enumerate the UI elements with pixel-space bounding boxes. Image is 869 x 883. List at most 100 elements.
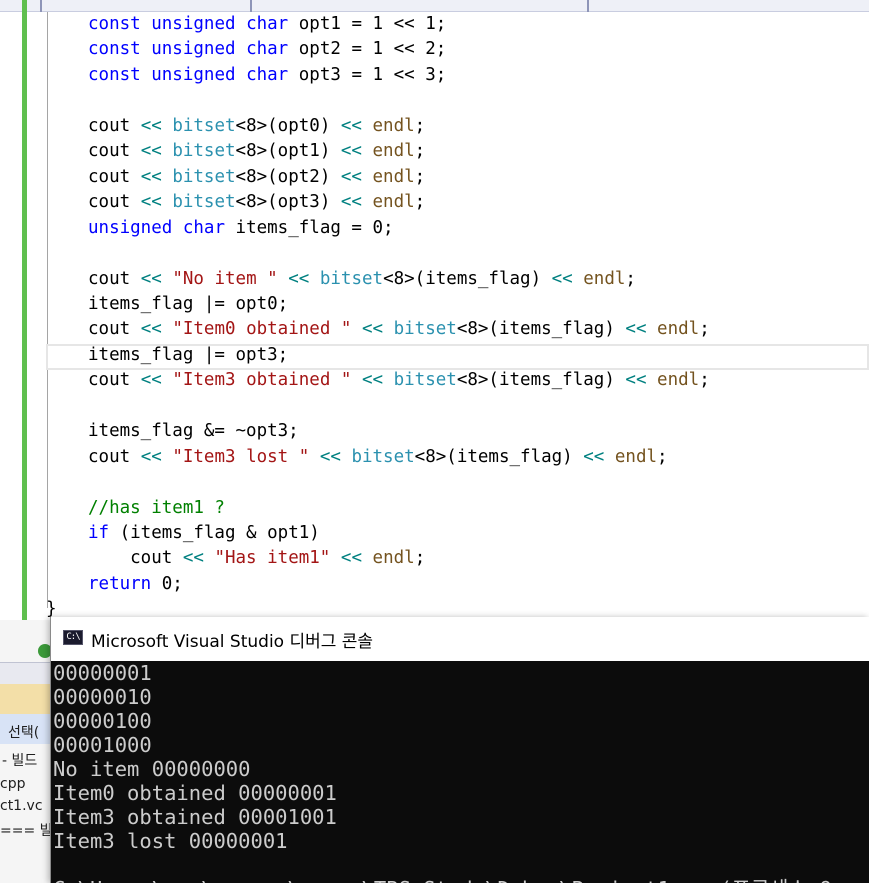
code-line[interactable]: items_flag |= opt0; (88, 292, 288, 317)
code-token: cout (88, 166, 141, 187)
code-token: << (140, 192, 162, 213)
code-line[interactable]: return 0; (88, 572, 183, 597)
code-editor[interactable]: const unsigned char opt1 = 1 << 1; const … (0, 0, 869, 620)
code-line[interactable]: cout << bitset<8>(opt2) << endl; (88, 165, 425, 190)
code-token: char (246, 64, 289, 85)
code-line[interactable]: cout << "Item0 obtained " << bitset<8>(i… (88, 317, 710, 342)
console-titlebar[interactable]: C:\ Microsoft Visual Studio 디버그 콘솔 (51, 617, 869, 661)
code-token: cout (88, 548, 183, 569)
code-token: << (140, 115, 162, 136)
code-token: << (625, 370, 647, 391)
output-line: - 빌드 (2, 753, 38, 769)
code-token: << (340, 166, 362, 187)
console-output-line: 00001000 (53, 733, 152, 757)
code-token: endl (614, 446, 658, 467)
code-token: opt3 = 1 << 3; (288, 64, 447, 85)
code-fold-guide (47, 12, 48, 608)
code-line[interactable]: cout << bitset<8>(opt0) << endl; (88, 114, 425, 139)
code-line[interactable]: cout << "Has item1" << endl; (88, 546, 425, 571)
code-token: bitset (172, 192, 236, 213)
output-panel-band (0, 684, 52, 714)
console-app-icon: C:\ (63, 630, 83, 645)
code-token: <8>(items_flag) (456, 319, 626, 340)
console-window-title: Microsoft Visual Studio 디버그 콘솔 (91, 632, 374, 652)
code-line[interactable]: //has item1 ? (88, 496, 225, 521)
code-line[interactable]: const unsigned char opt2 = 1 << 2; (88, 37, 446, 62)
code-token: << (340, 141, 362, 162)
code-token: "Item3 lost " (172, 446, 310, 467)
code-token: bitset (393, 370, 457, 391)
console-output-line: Item0 obtained 00000001 (53, 781, 337, 805)
output-line: cpp (0, 776, 26, 792)
code-token: << (361, 319, 384, 340)
code-token: <8>(opt1) (235, 141, 341, 162)
code-token: << (288, 268, 310, 289)
debug-console-window[interactable]: C:\ Microsoft Visual Studio 디버그 콘솔 00000… (50, 617, 869, 883)
code-token: ; (414, 115, 426, 136)
code-token: //has item1 ? (88, 497, 225, 518)
code-token: unsigned (88, 217, 173, 238)
code-token: endl (372, 548, 415, 569)
code-token: <8>(items_flag) (414, 446, 584, 467)
code-token: items_flag |= opt0; (88, 293, 289, 314)
code-token: items_flag |= opt3; (88, 344, 289, 365)
code-token: bitset (172, 166, 236, 187)
tab-divider (250, 0, 252, 12)
code-token: << (340, 548, 362, 569)
code-line[interactable]: items_flag |= opt3; (88, 343, 288, 368)
console-output-line: Item3 obtained 00001001 (53, 805, 337, 829)
code-token: ; (699, 370, 710, 391)
tab-divider (40, 0, 42, 12)
code-token: 0; (151, 573, 183, 594)
code-token: endl (372, 166, 415, 187)
code-token: cout (88, 446, 141, 467)
code-line[interactable]: cout << bitset<8>(opt3) << endl; (88, 190, 425, 215)
console-output[interactable]: 00000001 00000010 00000100 00001000 No item … (51, 661, 869, 883)
code-line[interactable]: const unsigned char opt1 = 1 << 1; (88, 12, 446, 37)
code-token: char (182, 217, 225, 238)
code-token: << (340, 115, 362, 136)
code-token: endl (372, 141, 415, 162)
code-token: << (361, 370, 384, 391)
console-output-line: 00000100 (53, 709, 152, 733)
code-line[interactable]: cout << bitset<8>(opt1) << endl; (88, 139, 425, 164)
code-token: endl (372, 192, 415, 213)
console-output-line: C:\Users\...\source\repos\TBS_Study\Debu… (53, 877, 832, 883)
code-token: const (88, 64, 141, 85)
code-token: ; (414, 166, 426, 187)
document-tab-strip[interactable] (0, 0, 869, 12)
code-token: << (140, 166, 162, 187)
code-token: items_flag &= ~opt3; (88, 421, 299, 442)
line-number-gutter[interactable] (0, 12, 22, 620)
console-output-line: Item3 lost 00000001 (53, 829, 288, 853)
code-line[interactable]: if (items_flag & opt1) (88, 521, 320, 546)
code-token: bitset (393, 319, 457, 340)
code-token: ; (414, 548, 426, 569)
output-source-label: 선택( (8, 725, 40, 741)
code-line[interactable]: cout << "No item " << bitset<8>(items_fl… (88, 267, 636, 292)
code-line[interactable]: cout << "Item3 obtained " << bitset<8>(i… (88, 368, 710, 393)
code-token: << (140, 268, 162, 289)
code-line[interactable]: items_flag &= ~opt3; (88, 419, 299, 444)
code-line[interactable]: cout << "Item3 lost " << bitset<8>(items… (88, 445, 668, 470)
code-line[interactable]: unsigned char items_flag = 0; (88, 216, 394, 241)
code-line[interactable]: const unsigned char opt3 = 1 << 3; (88, 63, 446, 88)
